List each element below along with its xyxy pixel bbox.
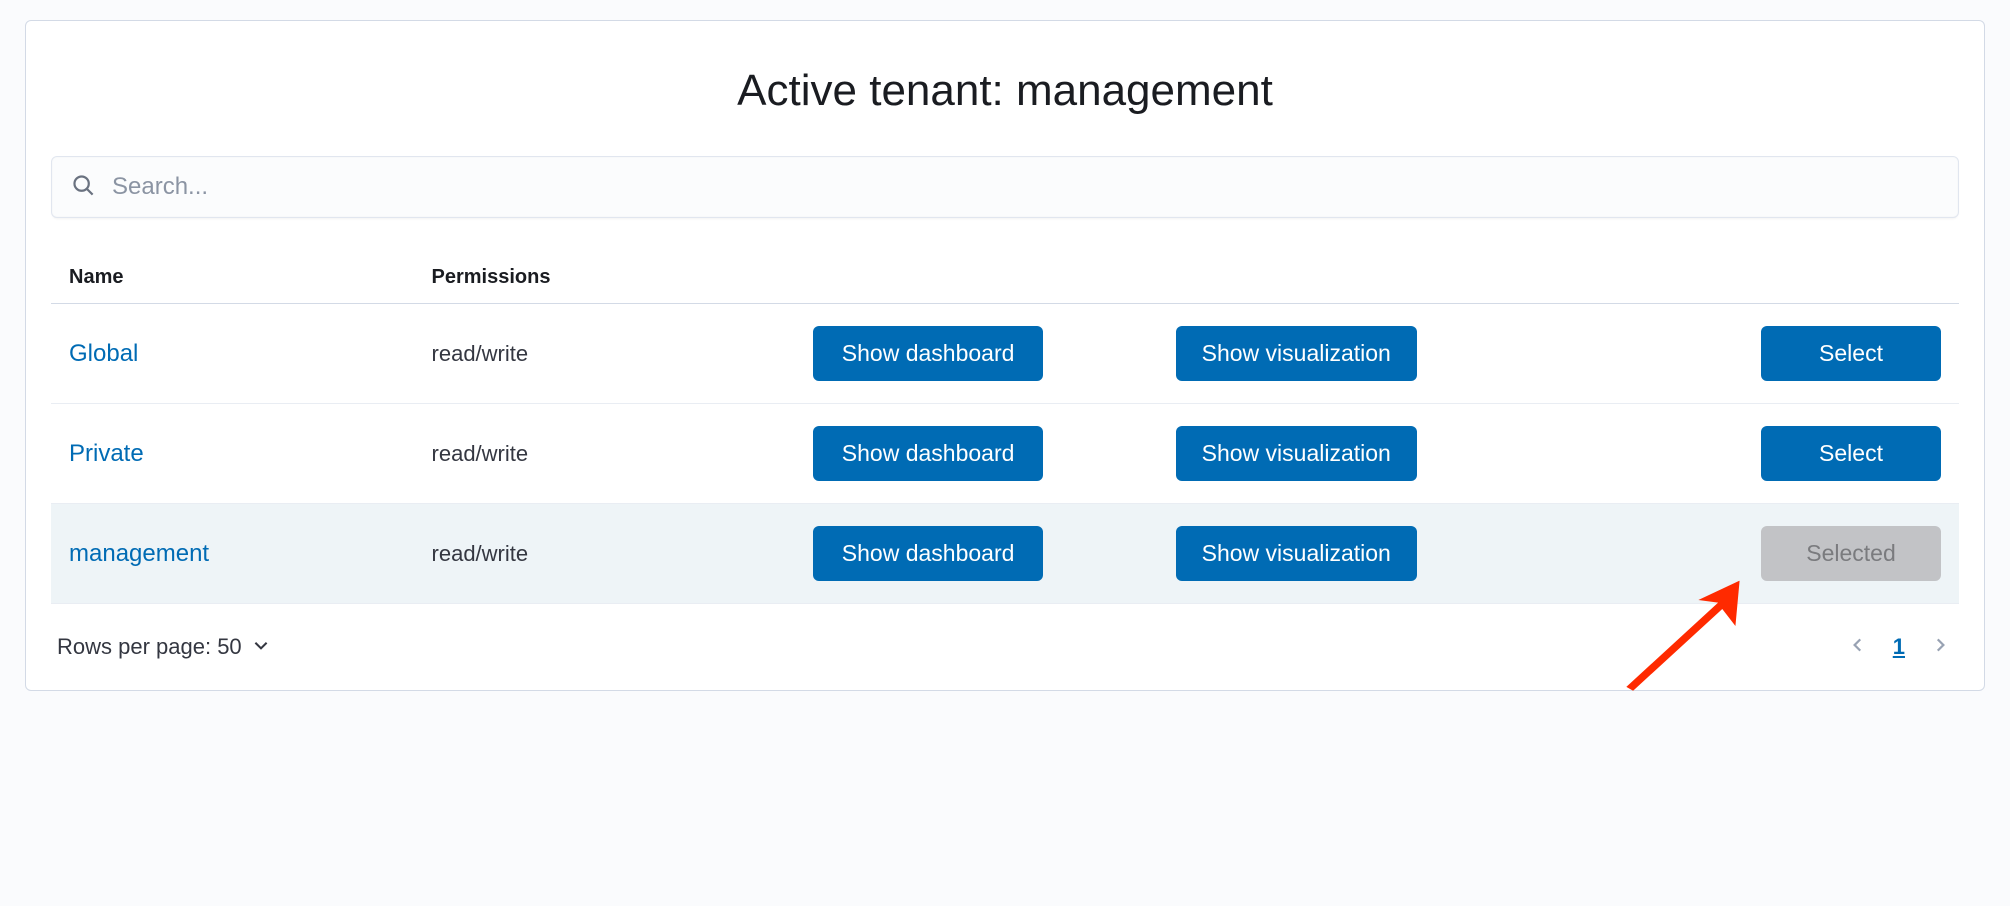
tenant-name-link[interactable]: Global [69, 340, 138, 367]
select-button[interactable]: Select [1761, 426, 1941, 481]
search-input[interactable] [112, 173, 1938, 201]
column-header-permissions[interactable]: Permissions [414, 252, 796, 304]
tenant-permissions: read/write [414, 504, 796, 604]
table-footer: Rows per page: 50 1 [51, 604, 1959, 665]
tenant-permissions: read/write [414, 304, 796, 404]
column-header-name[interactable]: Name [51, 252, 414, 304]
search-field[interactable] [51, 156, 1959, 218]
selected-button: Selected [1761, 526, 1941, 581]
chevron-down-icon [252, 634, 270, 660]
table-header-row: Name Permissions [51, 252, 1959, 304]
show-visualization-button[interactable]: Show visualization [1176, 326, 1417, 381]
chevron-left-icon [1849, 636, 1867, 657]
rows-per-page-selector[interactable]: Rows per page: 50 [57, 634, 270, 660]
show-visualization-button[interactable]: Show visualization [1176, 526, 1417, 581]
table-row: Global read/write Show dashboard Show vi… [51, 304, 1959, 404]
table-row: management read/write Show dashboard Sho… [51, 504, 1959, 604]
show-dashboard-button[interactable]: Show dashboard [813, 326, 1043, 381]
rows-per-page-label: Rows per page: 50 [57, 634, 242, 660]
tenant-name-link[interactable]: management [69, 540, 209, 567]
tenant-name-link[interactable]: Private [69, 440, 144, 467]
current-page-number[interactable]: 1 [1893, 634, 1905, 660]
show-dashboard-button[interactable]: Show dashboard [813, 526, 1043, 581]
select-button[interactable]: Select [1761, 326, 1941, 381]
next-page-button[interactable] [1927, 632, 1953, 661]
tenants-table: Name Permissions Global read/write Show … [51, 252, 1959, 604]
previous-page-button[interactable] [1845, 632, 1871, 661]
search-icon [72, 174, 112, 201]
table-row: Private read/write Show dashboard Show v… [51, 404, 1959, 504]
show-dashboard-button[interactable]: Show dashboard [813, 426, 1043, 481]
page-title: Active tenant: management [51, 66, 1959, 116]
tenant-permissions: read/write [414, 404, 796, 504]
chevron-right-icon [1931, 636, 1949, 657]
tenant-panel: Active tenant: management Name Permissio… [25, 20, 1985, 691]
pagination: 1 [1845, 632, 1953, 661]
show-visualization-button[interactable]: Show visualization [1176, 426, 1417, 481]
